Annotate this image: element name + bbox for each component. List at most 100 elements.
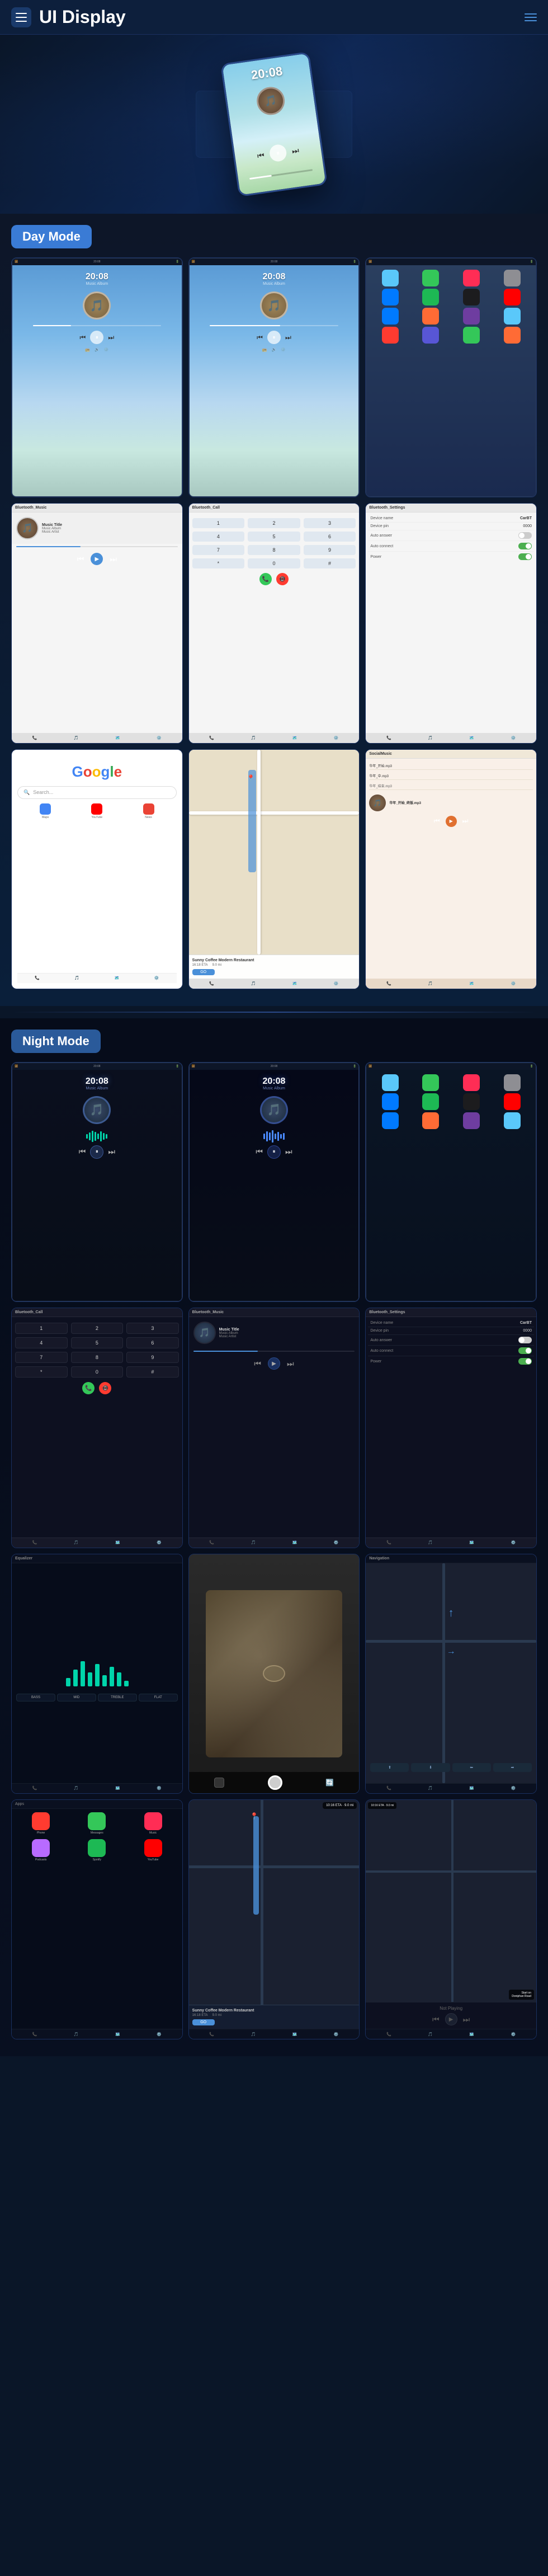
app-icon-maps[interactable] [504,308,521,325]
eq-btn-bass[interactable]: BASS [16,1694,55,1701]
night-app-maps[interactable] [504,1112,521,1129]
auto-connect-toggle[interactable] [518,543,532,549]
social-track-2[interactable]: 华年_中.mp3 [369,772,533,780]
night-app-music-item[interactable]: Music [127,1812,178,1835]
app-icon-spotify[interactable] [422,289,439,305]
key-3[interactable]: 3 [304,518,356,528]
night-app-spotify-item[interactable]: Spotify [71,1839,122,1862]
night-bt-next[interactable]: ⏭ [287,1359,294,1369]
social-play[interactable]: ▶ [446,816,457,827]
night-key-7[interactable]: 7 [15,1352,68,1363]
key-7[interactable]: 7 [192,545,245,555]
end-call-btn[interactable]: 📵 [276,573,289,585]
next-btn-1[interactable]: ⏭ [108,333,114,342]
app-icon-safari[interactable] [382,289,399,305]
night-nav-btn-3[interactable]: ⬅ [452,1763,491,1772]
app-icon-app2[interactable] [422,327,439,344]
night-prev-1[interactable]: ⏮ [79,1147,86,1157]
night-app-messages-item[interactable]: Messages [71,1812,122,1835]
power-toggle[interactable] [518,553,532,560]
app-icon-waze[interactable] [382,270,399,286]
call-btn[interactable]: 📞 [259,573,272,585]
eq-btn-flat[interactable]: FLAT [139,1694,178,1701]
camera-flip[interactable]: 🔄 [325,1779,334,1787]
prev-btn-1[interactable]: ⏮ [80,333,86,342]
app-icon-photos[interactable] [422,308,439,325]
social-track-1[interactable]: 华年_开始.mp3 [369,762,533,770]
night-key-2[interactable]: 2 [71,1323,124,1334]
night-app-podcast-item[interactable]: Podcasts [15,1839,67,1862]
menu-icon[interactable] [11,7,31,27]
play-btn-2[interactable]: ⏸ [267,331,281,344]
night-key-1[interactable]: 1 [15,1323,68,1334]
night-key-6[interactable]: 6 [126,1337,179,1348]
shortcut-news[interactable]: News [143,803,154,819]
shortcut-yt[interactable]: YouTube [91,803,102,819]
night-key-hash[interactable]: # [126,1366,179,1378]
social-next[interactable]: ⏭ [462,817,469,825]
night-key-0[interactable]: 0 [71,1366,124,1378]
hamburger-right-icon[interactable] [525,13,537,21]
night-app-settings[interactable] [504,1074,521,1091]
night-key-3[interactable]: 3 [126,1323,179,1334]
night-prev-2[interactable]: ⏮ [256,1147,263,1157]
night-bt-play[interactable]: ▶ [268,1357,280,1370]
app-icon-youtube[interactable] [504,289,521,305]
app-icon-bt[interactable] [382,308,399,325]
shortcut-maps[interactable]: Maps [40,803,51,819]
night-auto-answer-toggle[interactable] [518,1337,532,1343]
night-key-5[interactable]: 5 [71,1337,124,1348]
night-call-btn[interactable]: 📞 [82,1382,95,1394]
key-star[interactable]: * [192,558,245,568]
night-power-toggle[interactable] [518,1358,532,1365]
eq-btn-treble[interactable]: TREBLE [98,1694,137,1701]
app-icon-camera[interactable] [463,289,480,305]
app-icon-carplay[interactable] [463,308,480,325]
night-app-camera[interactable] [463,1093,480,1110]
key-hash[interactable]: # [304,558,356,568]
night-auto-connect-toggle[interactable] [518,1347,532,1354]
night-app-waze[interactable] [382,1074,399,1091]
app-icon-app3[interactable] [463,327,480,344]
np-next[interactable]: ⏭ [463,2015,470,2024]
night-app-phone[interactable] [422,1074,439,1091]
np-play[interactable]: ▶ [445,2013,457,2025]
key-1[interactable]: 1 [192,518,245,528]
night-end-call-btn[interactable]: 📵 [99,1382,111,1394]
night-nav-btn-1[interactable]: ⬆ [370,1763,409,1772]
night-go-btn[interactable]: GO [192,2019,215,2025]
app-icon-settings[interactable] [504,270,521,286]
key-5[interactable]: 5 [248,532,300,542]
play-btn-1[interactable]: ⏸ [90,331,103,344]
google-search-bar[interactable]: 🔍 Search... [17,786,177,799]
night-play-1[interactable]: ⏸ [90,1145,103,1159]
key-4[interactable]: 4 [192,532,245,542]
night-nav-btn-4[interactable]: ➡ [493,1763,532,1772]
night-app-photos[interactable] [422,1112,439,1129]
social-prev[interactable]: ⏮ [434,817,440,825]
camera-shutter[interactable] [268,1775,282,1790]
night-app-spotify[interactable] [422,1093,439,1110]
key-2[interactable]: 2 [248,518,300,528]
night-bt-prev[interactable]: ⏮ [254,1359,261,1369]
night-app-youtube-item[interactable]: YouTube [127,1839,178,1862]
night-app-music[interactable] [463,1074,480,1091]
prev-btn-2[interactable]: ⏮ [257,333,263,342]
night-next-2[interactable]: ⏭ [285,1147,292,1157]
night-key-star[interactable]: * [15,1366,68,1378]
night-key-4[interactable]: 4 [15,1337,68,1348]
bt-next[interactable]: ⏭ [110,554,117,564]
bt-prev[interactable]: ⏮ [77,554,84,564]
night-nav-btn-2[interactable]: ⬇ [411,1763,450,1772]
night-key-8[interactable]: 8 [71,1352,124,1363]
night-app-carplay[interactable] [463,1112,480,1129]
auto-answer-toggle[interactable] [518,532,532,539]
app-icon-music[interactable] [463,270,480,286]
np-prev[interactable]: ⏮ [432,2015,440,2024]
bt-play[interactable]: ▶ [91,553,103,565]
eq-btn-mid[interactable]: MID [57,1694,96,1701]
camera-gallery[interactable] [214,1778,224,1788]
key-0[interactable]: 0 [248,558,300,568]
app-icon-app4[interactable] [504,327,521,344]
night-next-1[interactable]: ⏭ [108,1147,115,1157]
